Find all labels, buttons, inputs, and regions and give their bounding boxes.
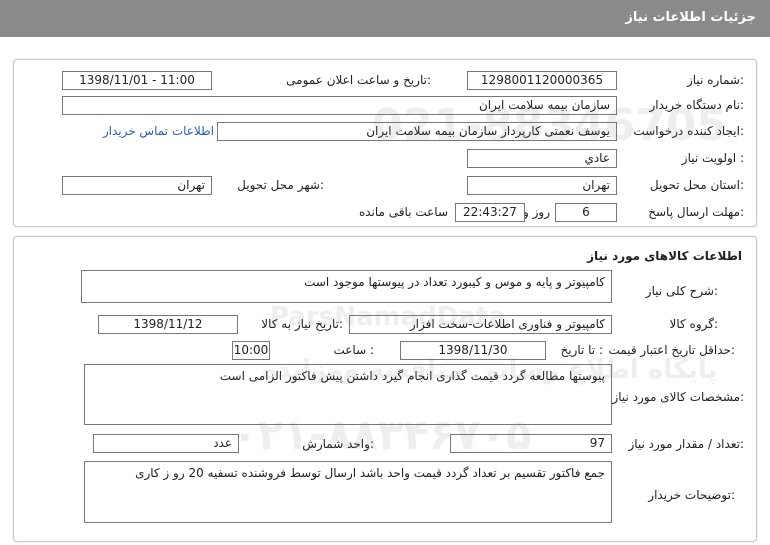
need-number-field: 1298001120000365 bbox=[467, 71, 617, 90]
goods-group-field: کامپیوتر و فناوری اطلاعات-سخت افزار bbox=[349, 315, 612, 334]
buyer-notes-label: توضیحات خریدار: bbox=[648, 488, 735, 502]
page-title: جزئیات اطلاعات نیاز bbox=[625, 10, 756, 25]
announce-date-field: 1398/11/01 - 11:00 bbox=[62, 71, 212, 90]
page-header: جزئیات اطلاعات نیاز bbox=[0, 0, 770, 37]
need-info-panel: شماره نیاز: 1298001120000365 تاریخ و ساع… bbox=[13, 59, 757, 227]
specs-field: پیوستها مطالعه گردد قیمت گذاری انجام گیر… bbox=[84, 364, 612, 425]
buyer-org-label: نام دستگاه خریدار: bbox=[649, 98, 745, 112]
deadline-label: مهلت ارسال پاسخ: bbox=[648, 205, 744, 219]
priority-field: عادي bbox=[467, 149, 617, 168]
qty-field: 97 bbox=[450, 434, 612, 453]
unit-label: واحد شمارش: bbox=[302, 437, 374, 451]
buyer-org-field: سازمان بیمه سلامت ایران bbox=[62, 96, 617, 115]
specs-label: مشخصات کالای مورد نیاز: bbox=[612, 390, 744, 404]
creator-field: یوسف نعمتی کارپرداز سازمان بیمه سلامت ای… bbox=[217, 122, 617, 141]
need-date-label: تاریخ نیاز به کالا: bbox=[261, 317, 343, 331]
need-date-field: 1398/11/12 bbox=[98, 315, 238, 334]
days-and-label: روز و bbox=[523, 205, 550, 219]
days-field: 6 bbox=[555, 203, 617, 222]
buyer-notes-field: جمع فاکتور تقسیم بر تعداد گردد قیمت واحد… bbox=[84, 461, 612, 523]
need-desc-label: شرح کلی نیاز: bbox=[645, 284, 718, 298]
time-left-field: 22:43:27 bbox=[455, 203, 525, 222]
hour-field: 10:00 bbox=[232, 341, 270, 360]
need-number-label: شماره نیاز: bbox=[686, 73, 744, 87]
until-date-label: تا تاریخ : bbox=[560, 343, 603, 357]
unit-field: عدد bbox=[93, 434, 239, 453]
goods-section-title: اطلاعات کالاهای مورد نیاز bbox=[587, 249, 742, 263]
hour-label: ساعت : bbox=[333, 343, 374, 357]
announce-date-label: تاریخ و ساعت اعلان عمومی: bbox=[286, 73, 431, 87]
priority-label: اولویت نیاز : bbox=[681, 151, 744, 165]
city-label: شهر محل تحویل: bbox=[237, 178, 324, 192]
buyer-contact-link[interactable]: اطلاعات تماس خریدار bbox=[103, 124, 214, 138]
province-label: استان محل تحویل: bbox=[649, 178, 744, 192]
city-field: تهران bbox=[62, 176, 212, 195]
until-date-field: 1398/11/30 bbox=[400, 341, 546, 360]
creator-label: ایجاد کننده درخواست: bbox=[633, 124, 744, 138]
remaining-label: ساعت باقی مانده bbox=[358, 205, 448, 219]
qty-label: تعداد / مقدار مورد نیاز: bbox=[628, 437, 744, 451]
need-desc-field: کامپیوتر و پایه و موس و کیبورد تعداد در … bbox=[81, 270, 612, 303]
goods-info-panel: اطلاعات کالاهای مورد نیاز شرح کلی نیاز: … bbox=[13, 236, 757, 542]
price-validity-label: حداقل تاریخ اعتبار قیمت: bbox=[608, 343, 735, 357]
province-field: تهران bbox=[467, 176, 617, 195]
goods-group-label: گروه کالا: bbox=[669, 317, 719, 331]
